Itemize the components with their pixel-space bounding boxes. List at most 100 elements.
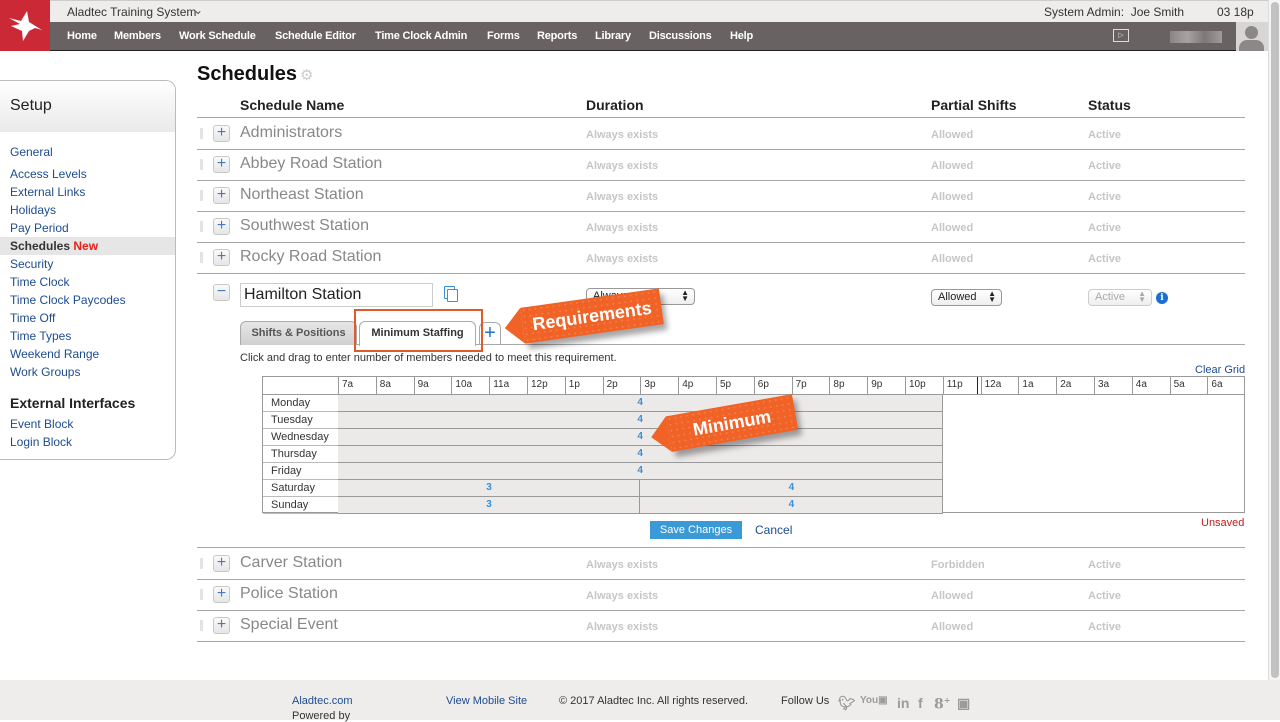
aladtec-logo[interactable] xyxy=(0,0,50,51)
gear-icon[interactable]: ⚙ xyxy=(300,66,313,84)
drag-handle-icon[interactable] xyxy=(200,252,203,263)
requirement-block[interactable]: 4 xyxy=(640,497,943,514)
sidebar-item-time-clock[interactable]: Time Clock xyxy=(0,273,175,291)
tab-shifts-positions[interactable]: Shifts & Positions xyxy=(240,321,357,345)
sidebar-item-time-clock-paycodes[interactable]: Time Clock Paycodes xyxy=(0,291,175,309)
sidebar-item-external-links[interactable]: External Links xyxy=(0,183,175,201)
drag-handle-icon[interactable] xyxy=(200,159,203,170)
clear-grid-link[interactable]: Clear Grid xyxy=(1195,364,1245,376)
sidebar-item-weekend-range[interactable]: Weekend Range xyxy=(0,345,175,363)
sidebar-item-login-block[interactable]: Login Block xyxy=(0,433,175,451)
nav-library[interactable]: Library xyxy=(595,30,631,42)
requirement-block[interactable]: 4 xyxy=(338,463,943,480)
nav-reports[interactable]: Reports xyxy=(537,30,577,42)
google-plus-icon[interactable]: 8+ xyxy=(934,695,950,713)
sidebar-section-title: External Interfaces xyxy=(10,395,136,411)
schedule-duration: Always exists xyxy=(586,621,659,633)
schedule-row[interactable]: + Rocky Road Station Always exists Allowed A… xyxy=(197,242,1245,272)
schedule-row[interactable]: + Carver Station Always exists Forbidden Act… xyxy=(197,548,1245,578)
requirement-block[interactable]: 3 xyxy=(338,480,641,497)
minimum-staffing-grid[interactable]: 7a 8a 9a 10a 11a 12p 1p 2p 3p 4p 5p 6p 7p 8p 9p 10p 11p 1… xyxy=(262,376,1245,514)
system-name[interactable]: Aladtec Training System xyxy=(67,5,196,19)
twitter-icon[interactable]: 🐦︎ xyxy=(838,695,856,712)
drag-handle-icon[interactable] xyxy=(200,221,203,232)
drag-handle-icon[interactable] xyxy=(200,589,203,600)
requirement-block[interactable]: 4 xyxy=(338,412,943,429)
schedule-name[interactable]: Administrators xyxy=(240,124,342,142)
expand-button[interactable]: + xyxy=(213,187,230,204)
expand-button[interactable]: + xyxy=(213,617,230,634)
expand-button[interactable]: + xyxy=(213,156,230,173)
nav-help[interactable]: Help xyxy=(730,30,753,42)
drag-handle-icon[interactable] xyxy=(200,128,203,139)
sidebar-item-time-off[interactable]: Time Off xyxy=(0,309,175,327)
copy-icon[interactable] xyxy=(444,286,458,302)
schedule-row[interactable]: + Police Station Always exists Allowed Activ… xyxy=(197,579,1245,609)
cancel-link[interactable]: Cancel xyxy=(755,523,792,537)
requirement-block[interactable]: 4 xyxy=(338,446,943,463)
schedule-row[interactable]: + Southwest Station Always exists Allowed Ac… xyxy=(197,211,1245,241)
requirement-block[interactable]: 4 xyxy=(338,395,943,412)
info-icon[interactable]: i xyxy=(1156,292,1168,304)
nav-time-clock-admin[interactable]: Time Clock Admin xyxy=(375,30,467,42)
youtube-icon[interactable]: You▣ xyxy=(860,695,888,706)
sidebar-item-pay-period[interactable]: Pay Period xyxy=(0,219,175,237)
save-changes-button[interactable]: Save Changes xyxy=(650,521,742,539)
sidebar-item-holidays[interactable]: Holidays xyxy=(0,201,175,219)
schedule-name[interactable]: Abbey Road Station xyxy=(240,155,382,173)
expand-button[interactable]: + xyxy=(213,249,230,266)
nav-home[interactable]: Home xyxy=(67,30,97,42)
partial-shifts-select[interactable]: Allowed ▲ ▼ xyxy=(931,289,1002,306)
schedule-row[interactable]: + Northeast Station Always exists Allowed Ac… xyxy=(197,180,1245,210)
schedule-name-input[interactable] xyxy=(240,283,433,307)
nav-forms[interactable]: Forms xyxy=(487,30,520,42)
schedule-name[interactable]: Carver Station xyxy=(240,554,342,572)
collapse-button[interactable]: − xyxy=(213,284,230,301)
linkedin-icon[interactable]: in xyxy=(897,695,909,711)
expand-button[interactable]: + xyxy=(213,125,230,142)
schedule-status: Active xyxy=(1088,621,1122,633)
aladtec-link[interactable]: Aladtec.com xyxy=(292,695,353,707)
nav-members[interactable]: Members xyxy=(114,30,161,42)
requirement-block[interactable]: 4 xyxy=(640,480,943,497)
select-arrows-icon: ▲ ▼ xyxy=(681,288,689,303)
expand-button[interactable]: + xyxy=(213,586,230,603)
sidebar-item-schedules[interactable]: Schedules New xyxy=(0,237,175,255)
scrollbar-thumb[interactable] xyxy=(1271,2,1279,678)
sidebar-item-time-types[interactable]: Time Types xyxy=(0,327,175,345)
sidebar-item-general[interactable]: General xyxy=(0,143,175,161)
nav-discussions[interactable]: Discussions xyxy=(649,30,712,42)
sidebar-item-access-levels[interactable]: Access Levels xyxy=(0,165,175,183)
schedule-name[interactable]: Rocky Road Station xyxy=(240,248,381,266)
facebook-icon[interactable]: f xyxy=(918,695,923,711)
expand-button[interactable]: + xyxy=(213,555,230,572)
schedule-row[interactable]: + Abbey Road Station Always exists Allowed A… xyxy=(197,149,1245,179)
drag-handle-icon[interactable] xyxy=(200,558,203,569)
nav-work-schedule[interactable]: Work Schedule xyxy=(179,30,256,42)
video-icon[interactable]: ▷ xyxy=(1113,29,1129,42)
sidebar-item-security[interactable]: Security xyxy=(0,255,175,273)
avatar[interactable] xyxy=(1236,22,1268,51)
schedule-row[interactable]: + Special Event Always exists Allowed Active xyxy=(197,610,1245,640)
schedule-name[interactable]: Southwest Station xyxy=(240,217,369,235)
requirement-block[interactable]: 3 xyxy=(338,497,641,514)
requirement-block[interactable]: 4 xyxy=(338,429,943,446)
hour-header: 12a xyxy=(980,377,1019,395)
schedule-name[interactable]: Special Event xyxy=(240,616,338,634)
drag-handle-icon[interactable] xyxy=(200,620,203,631)
view-mobile-site-link[interactable]: View Mobile Site xyxy=(446,695,527,707)
chevron-down-icon[interactable]: ⌄ xyxy=(193,3,203,17)
blogger-icon[interactable]: ▣ xyxy=(957,695,970,712)
expand-button[interactable]: + xyxy=(213,218,230,235)
page-scrollbar[interactable] xyxy=(1268,0,1280,680)
schedule-row[interactable]: + Administrators Always exists Allowed Activ… xyxy=(197,118,1245,148)
schedule-name[interactable]: Northeast Station xyxy=(240,186,364,204)
powered-by: Powered by Aladtec.com xyxy=(292,695,353,722)
sidebar-item-event-block[interactable]: Event Block xyxy=(0,415,175,433)
schedule-name[interactable]: Police Station xyxy=(240,585,338,603)
nav-schedule-editor[interactable]: Schedule Editor xyxy=(275,30,356,42)
user-role-label: System Admin: xyxy=(1044,5,1125,19)
sidebar-item-work-groups[interactable]: Work Groups xyxy=(0,363,175,381)
hour-header: 8a xyxy=(375,377,414,395)
drag-handle-icon[interactable] xyxy=(200,190,203,201)
